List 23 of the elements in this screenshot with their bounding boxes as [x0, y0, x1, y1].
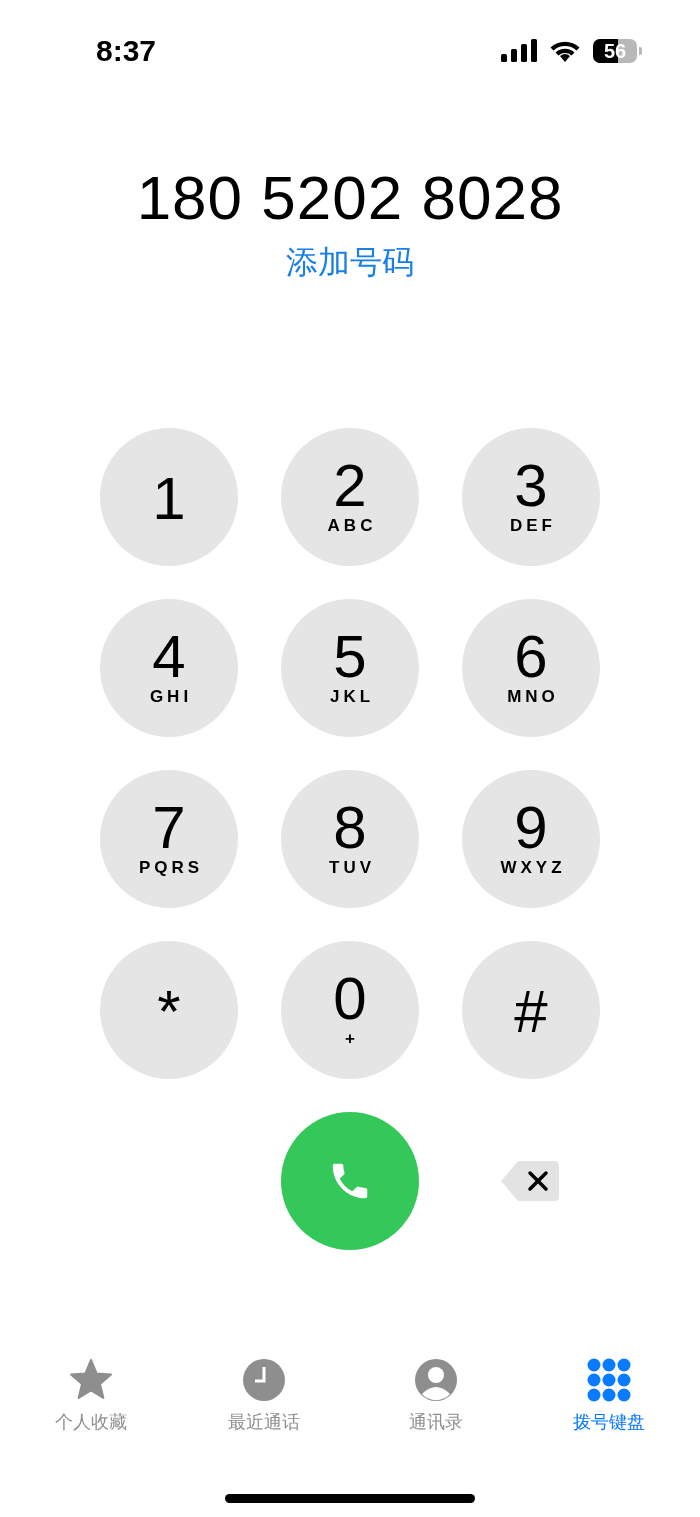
keypad-key[interactable]: # — [462, 941, 600, 1079]
keypad-key[interactable]: 7 PQRS — [100, 770, 238, 908]
keypad-key[interactable]: 5 JKL — [281, 599, 419, 737]
add-number-link[interactable]: 添加号码 — [286, 240, 414, 284]
phone-number: 180 5202 8028 — [136, 162, 564, 234]
keypad-key[interactable]: 9 WXYZ — [462, 770, 600, 908]
keypad-key[interactable]: * — [100, 941, 238, 1079]
delete-button[interactable] — [500, 1160, 560, 1202]
keypad-key[interactable]: 6 MNO — [462, 599, 600, 737]
status-time: 8:37 — [96, 34, 157, 68]
keypad-key[interactable]: 0 + — [281, 941, 419, 1079]
keypad-key[interactable]: 3 DEF — [462, 428, 600, 566]
keypad-key[interactable]: 4 GHI — [100, 599, 238, 737]
star-icon — [69, 1358, 113, 1402]
wifi-icon — [549, 39, 581, 63]
keypad-key[interactable]: 1 — [100, 428, 238, 566]
keypad-key[interactable]: 2 ABC — [281, 428, 419, 566]
person-icon — [414, 1358, 459, 1402]
signal-icon — [501, 39, 537, 63]
keypad-icon — [586, 1358, 631, 1402]
tab-item[interactable]: 拨号键盘 — [553, 1358, 664, 1434]
clock-icon — [241, 1358, 286, 1402]
keypad-key[interactable]: 8 TUV — [281, 770, 419, 908]
